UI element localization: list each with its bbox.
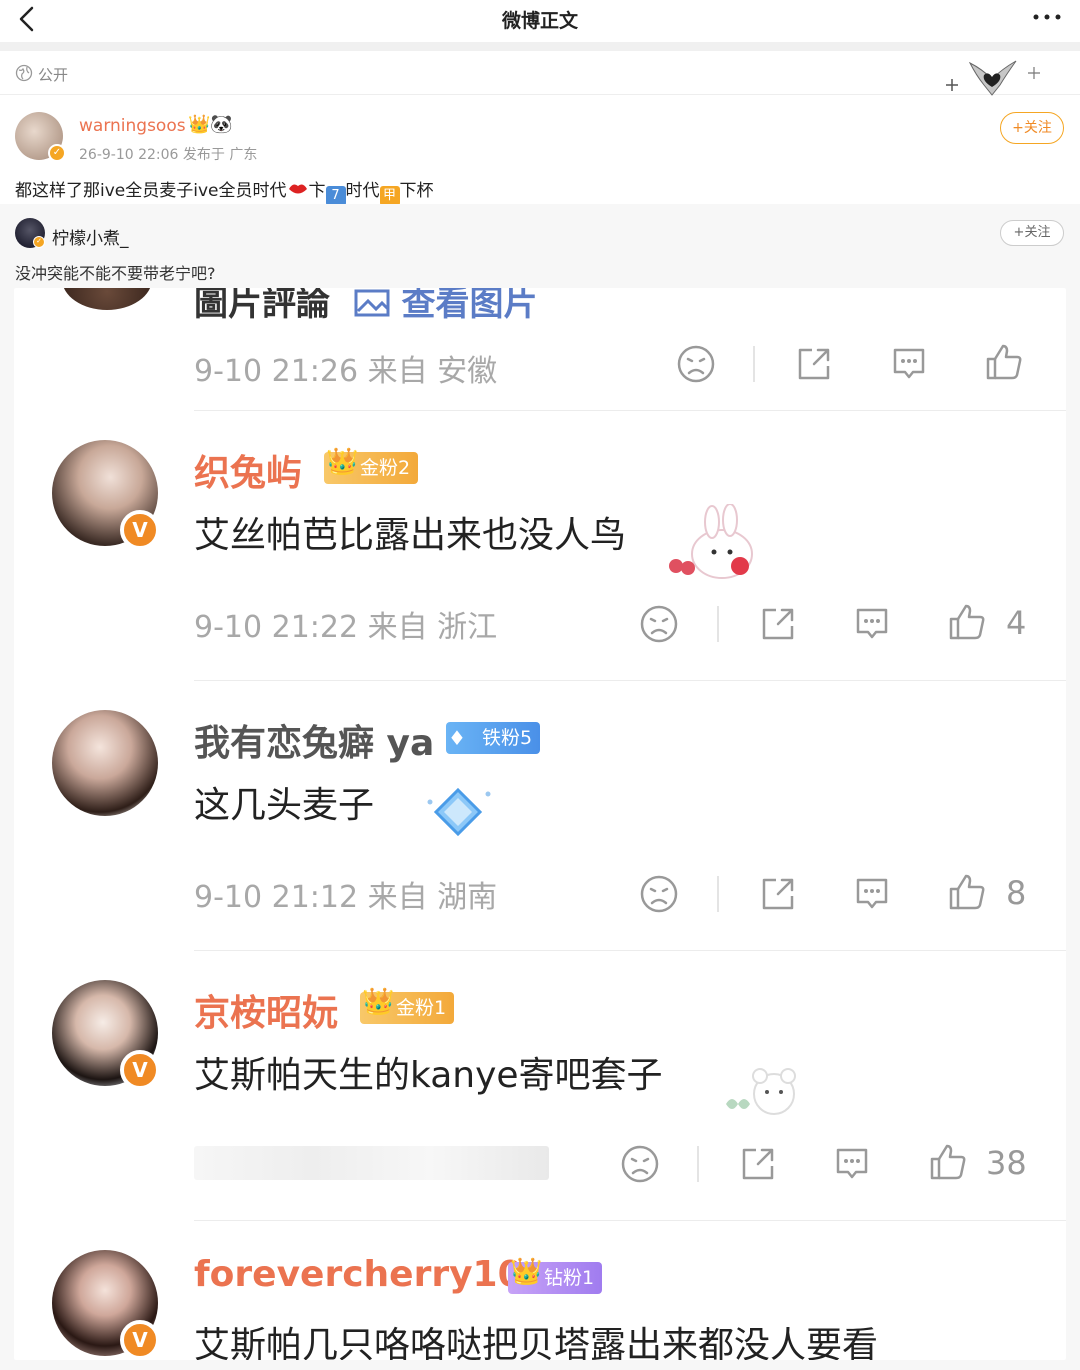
top-nav-bar: 微博正文	[0, 0, 1080, 42]
comment-bubble-icon[interactable]	[852, 874, 892, 914]
blurred-meta	[194, 1146, 549, 1180]
commenter-follow-button[interactable]: +关注	[1000, 220, 1064, 246]
post-meta: 26-9-10 22:06 发布于 广东	[79, 147, 258, 163]
action-separator	[717, 876, 719, 912]
like-thumb-icon[interactable]	[984, 342, 1024, 382]
post-text-part: 下杯	[399, 181, 434, 201]
comment-body: 艾斯帕几只咯咯哒把贝塔露出来都没人要看	[194, 1325, 879, 1360]
comment-row: V 京桉昭妧 👑 金粉1 艾斯帕天生的kanye寄吧套子 38	[14, 950, 1066, 1221]
globe-icon	[15, 64, 33, 82]
fan-badge-label: 铁粉5	[482, 727, 533, 749]
crown-icon: 👑	[362, 987, 395, 1017]
lips-emoji-icon	[288, 184, 307, 194]
more-options-icon[interactable]	[1030, 4, 1064, 30]
decorative-heart-wings-icon	[946, 60, 1040, 96]
like-thumb-icon[interactable]	[947, 602, 987, 642]
avatar[interactable]	[52, 710, 158, 816]
author-name[interactable]: warningsoos	[79, 116, 186, 136]
verified-badge-icon: ✓	[33, 236, 45, 248]
author-crown-panda-icon: 👑🐼	[188, 114, 233, 135]
sad-face-icon[interactable]	[676, 344, 716, 384]
comment-body: 这几头麦子	[194, 785, 375, 826]
diamond-sticker-icon	[427, 787, 491, 837]
avatar	[62, 288, 152, 310]
comment-row: 我有恋兔癖 ya ♦ 铁粉5 这几头麦子 9-10 21:12 来自 湖南 8	[14, 680, 1066, 951]
sad-face-icon[interactable]	[639, 874, 679, 914]
username[interactable]: 我有恋兔癖 ya	[194, 714, 434, 766]
verified-v-icon: V	[120, 1050, 160, 1090]
bunny-sticker-icon	[669, 504, 753, 579]
bear-sticker-icon	[726, 1068, 796, 1115]
seven-emoji-icon: 7	[325, 186, 346, 206]
crown-icon: 👑	[510, 1257, 543, 1287]
verified-badge-icon: ✓	[48, 144, 66, 162]
comment-text: 没冲突能不能不要带老宁吧?	[15, 264, 216, 283]
sad-face-icon[interactable]	[620, 1144, 660, 1184]
image-comment-label: 圖片評論	[194, 288, 330, 324]
fan-badge-label: 金粉2	[360, 457, 411, 479]
username[interactable]: 织兔屿	[194, 444, 302, 496]
verified-v-icon: V	[120, 510, 160, 550]
fan-badge: 👑 金粉1	[360, 987, 455, 1024]
comment-bubble-icon[interactable]	[889, 344, 929, 384]
commenter-row: ✓ 柠檬小煮_ +关注	[0, 214, 1080, 254]
view-image-link[interactable]: 查看图片	[402, 288, 538, 324]
share-icon[interactable]	[738, 1144, 778, 1184]
image-icon	[354, 289, 390, 317]
commenter-name[interactable]: 柠檬小煮_	[52, 224, 129, 249]
comment-row: V 织兔屿 👑 金粉2 艾丝帕芭比露出来也没人鸟 9-10 21:22 来自 浙江…	[14, 410, 1066, 681]
username[interactable]: 京桉昭妧	[194, 984, 338, 1036]
fan-badge: 👑 金粉2	[324, 447, 419, 484]
like-thumb-icon[interactable]	[947, 872, 987, 912]
action-separator	[753, 346, 755, 382]
action-separator	[697, 1146, 699, 1182]
fan-badge-label: 钻粉1	[544, 1267, 595, 1289]
username[interactable]: forevercherry10	[194, 1254, 523, 1295]
header-divider	[0, 42, 1080, 51]
diamond-icon: ♦	[448, 726, 466, 750]
action-separator	[717, 606, 719, 642]
fan-badge: 👑 钻粉1	[508, 1257, 603, 1294]
like-count: 4	[1006, 604, 1027, 642]
fan-badge: ♦ 铁粉5	[446, 722, 541, 754]
share-icon[interactable]	[758, 874, 798, 914]
post-author-row: ✓ warningsoos 👑🐼 26-9-10 22:06 发布于 广东 +关…	[0, 96, 1080, 178]
visibility-label: 公开	[38, 66, 69, 84]
share-icon[interactable]	[758, 604, 798, 644]
comment-body: 艾斯帕天生的kanye寄吧套子	[194, 1055, 663, 1096]
like-thumb-icon[interactable]	[928, 1142, 968, 1182]
post-text: 都这样了那ive全员麦子ive全员时代 卞 7 时代甲下杯	[15, 176, 434, 206]
like-count: 38	[986, 1144, 1027, 1182]
fan-badge-label: 金粉1	[396, 997, 447, 1019]
comment-row-cutoff: 圖片評論 查看图片 9-10 21:26 来自 安徽	[14, 288, 1066, 411]
sad-face-icon[interactable]	[639, 604, 679, 644]
crown-icon: 👑	[326, 447, 359, 477]
embedded-screenshot[interactable]: 圖片評論 查看图片 9-10 21:26 来自 安徽 V 织兔屿 👑 金粉2 艾丝…	[14, 288, 1066, 1360]
comment-bubble-icon[interactable]	[852, 604, 892, 644]
post-text-part: 时代	[345, 181, 380, 201]
page-title: 微博正文	[501, 10, 578, 32]
comment-meta: 9-10 21:22 来自 浙江	[194, 610, 498, 645]
share-icon[interactable]	[794, 344, 834, 384]
follow-button[interactable]: +关注	[1000, 112, 1064, 144]
like-count: 8	[1006, 874, 1027, 912]
comment-meta: 9-10 21:12 来自 湖南	[194, 880, 498, 915]
jia-emoji-icon: 甲	[379, 186, 400, 206]
post-text-part: 卞	[308, 181, 326, 201]
comment-meta: 9-10 21:26 来自 安徽	[194, 354, 498, 389]
comment-body: 艾丝帕芭比露出来也没人鸟	[194, 515, 627, 556]
visibility-row: 公开	[0, 51, 1080, 96]
comment-bubble-icon[interactable]	[832, 1144, 872, 1184]
image-comment-title: 圖片評論 查看图片	[194, 288, 538, 325]
post-text-part: 都这样了那ive全员麦子ive全员时代	[15, 181, 287, 201]
verified-v-icon: V	[120, 1320, 160, 1360]
comment-row: V forevercherry10 👑 钻粉1 艾斯帕几只咯咯哒把贝塔露出来都没人…	[14, 1220, 1066, 1360]
